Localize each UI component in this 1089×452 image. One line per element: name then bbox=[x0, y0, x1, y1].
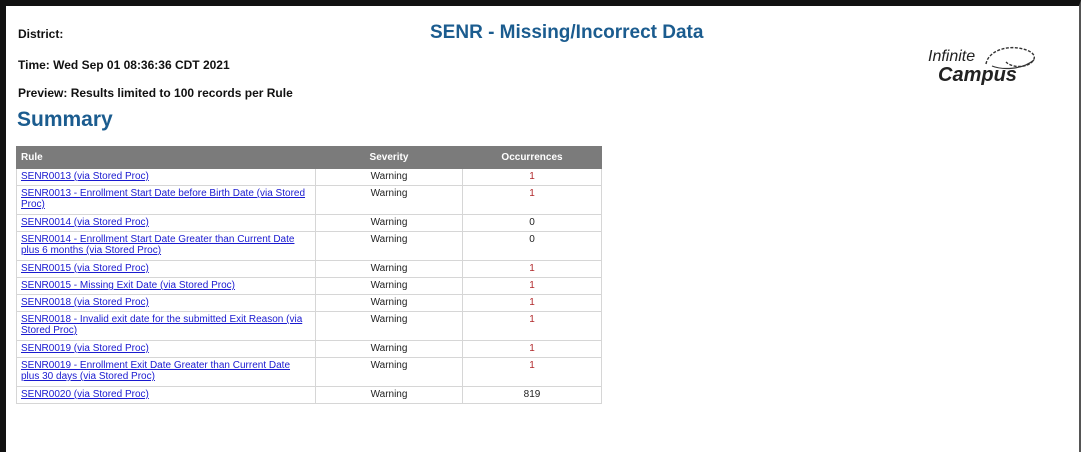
rule-link[interactable]: SENR0015 - Missing Exit Date (via Stored… bbox=[21, 280, 235, 291]
severity-cell: Warning bbox=[315, 277, 463, 295]
table-row: SENR0013 - Enrollment Start Date before … bbox=[16, 185, 602, 215]
district-label: District: bbox=[18, 27, 64, 41]
occurrences-cell: 0 bbox=[462, 214, 602, 232]
severity-cell: Warning bbox=[315, 357, 463, 387]
rule-cell: SENR0019 - Enrollment Exit Date Greater … bbox=[16, 357, 316, 387]
occurrences-cell: 1 bbox=[462, 357, 602, 387]
occurrences-cell: 1 bbox=[462, 311, 602, 341]
rule-cell: SENR0018 (via Stored Proc) bbox=[16, 294, 316, 312]
table-header-row: Rule Severity Occurrences bbox=[16, 146, 602, 169]
severity-cell: Warning bbox=[315, 168, 463, 186]
table-row: SENR0015 (via Stored Proc) Warning 1 bbox=[16, 260, 602, 278]
rule-link[interactable]: SENR0019 (via Stored Proc) bbox=[21, 343, 149, 354]
rule-link[interactable]: SENR0013 (via Stored Proc) bbox=[21, 171, 149, 182]
report-title: SENR - Missing/Incorrect Data bbox=[430, 22, 704, 43]
severity-cell: Warning bbox=[315, 386, 463, 404]
preview-note: Preview: Results limited to 100 records … bbox=[18, 86, 293, 100]
rule-link[interactable]: SENR0014 - Enrollment Start Date Greater… bbox=[21, 234, 294, 256]
rule-link[interactable]: SENR0020 (via Stored Proc) bbox=[21, 389, 149, 400]
summary-heading: Summary bbox=[17, 108, 113, 131]
occurrences-cell: 1 bbox=[462, 260, 602, 278]
rule-link[interactable]: SENR0019 - Enrollment Exit Date Greater … bbox=[21, 360, 290, 382]
logo-swoosh-icon bbox=[985, 46, 1035, 70]
table-row: SENR0018 - Invalid exit date for the sub… bbox=[16, 311, 602, 341]
rules-table: Rule Severity Occurrences SENR0013 (via … bbox=[16, 146, 602, 404]
occurrences-cell: 1 bbox=[462, 168, 602, 186]
rule-cell: SENR0015 (via Stored Proc) bbox=[16, 260, 316, 278]
severity-cell: Warning bbox=[315, 311, 463, 341]
table-row: SENR0020 (via Stored Proc) Warning 819 bbox=[16, 386, 602, 404]
severity-cell: Warning bbox=[315, 185, 463, 215]
infinite-campus-logo: Infinite Campus bbox=[928, 44, 1040, 92]
table-row: SENR0019 - Enrollment Exit Date Greater … bbox=[16, 357, 602, 387]
table-row: SENR0019 (via Stored Proc) Warning 1 bbox=[16, 340, 602, 358]
rule-link[interactable]: SENR0015 (via Stored Proc) bbox=[21, 263, 149, 274]
report-frame: District: Time: Wed Sep 01 08:36:36 CDT … bbox=[0, 0, 1081, 452]
rule-cell: SENR0015 - Missing Exit Date (via Stored… bbox=[16, 277, 316, 295]
rule-link[interactable]: SENR0014 (via Stored Proc) bbox=[21, 217, 149, 228]
rule-cell: SENR0018 - Invalid exit date for the sub… bbox=[16, 311, 316, 341]
rule-link[interactable]: SENR0013 - Enrollment Start Date before … bbox=[21, 188, 305, 210]
occurrences-cell: 1 bbox=[462, 340, 602, 358]
table-row: SENR0013 (via Stored Proc) Warning 1 bbox=[16, 168, 602, 186]
occurrences-cell: 1 bbox=[462, 185, 602, 215]
occurrences-cell: 1 bbox=[462, 277, 602, 295]
table-row: SENR0018 (via Stored Proc) Warning 1 bbox=[16, 294, 602, 312]
rule-cell: SENR0013 (via Stored Proc) bbox=[16, 168, 316, 186]
severity-cell: Warning bbox=[315, 260, 463, 278]
rule-cell: SENR0014 - Enrollment Start Date Greater… bbox=[16, 231, 316, 261]
table-row: SENR0014 (via Stored Proc) Warning 0 bbox=[16, 214, 602, 232]
report-time: Time: Wed Sep 01 08:36:36 CDT 2021 bbox=[18, 58, 230, 72]
rule-link[interactable]: SENR0018 - Invalid exit date for the sub… bbox=[21, 314, 302, 336]
severity-cell: Warning bbox=[315, 214, 463, 232]
rule-cell: SENR0019 (via Stored Proc) bbox=[16, 340, 316, 358]
rule-cell: SENR0014 (via Stored Proc) bbox=[16, 214, 316, 232]
severity-cell: Warning bbox=[315, 294, 463, 312]
occurrences-cell: 1 bbox=[462, 294, 602, 312]
occurrences-cell: 819 bbox=[462, 386, 602, 404]
severity-cell: Warning bbox=[315, 231, 463, 261]
column-header-occurrences[interactable]: Occurrences bbox=[462, 146, 602, 169]
rule-cell: SENR0013 - Enrollment Start Date before … bbox=[16, 185, 316, 215]
rule-link[interactable]: SENR0018 (via Stored Proc) bbox=[21, 297, 149, 308]
column-header-severity[interactable]: Severity bbox=[315, 146, 463, 169]
occurrences-cell: 0 bbox=[462, 231, 602, 261]
table-row: SENR0014 - Enrollment Start Date Greater… bbox=[16, 231, 602, 261]
severity-cell: Warning bbox=[315, 340, 463, 358]
rule-cell: SENR0020 (via Stored Proc) bbox=[16, 386, 316, 404]
table-row: SENR0015 - Missing Exit Date (via Stored… bbox=[16, 277, 602, 295]
column-header-rule[interactable]: Rule bbox=[16, 146, 316, 169]
